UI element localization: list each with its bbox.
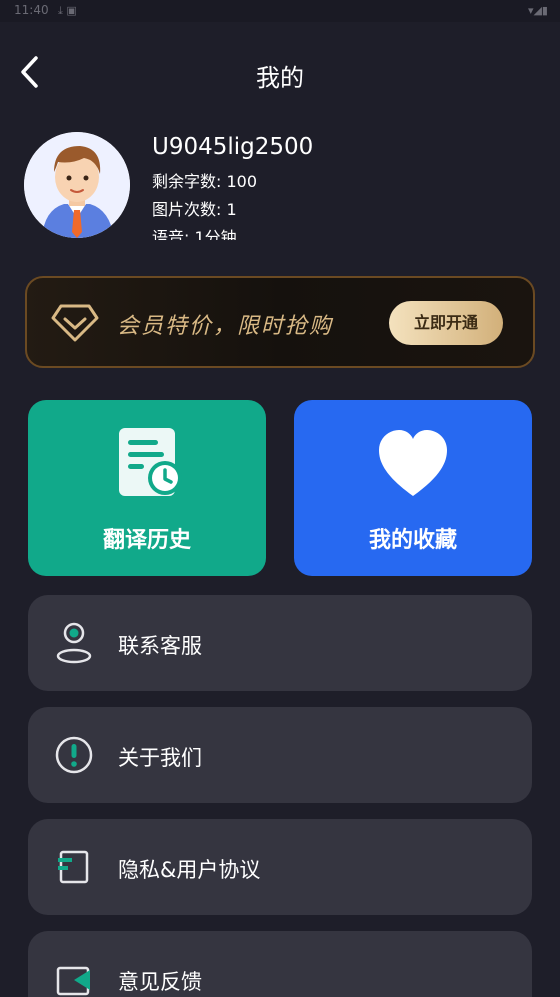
feedback-icon <box>56 966 90 996</box>
voice-quota: 语音: 1分钟 <box>152 228 237 240</box>
page-title: 我的 <box>256 64 304 92</box>
menu-privacy-agreement[interactable]: 隐私&用户协议 <box>28 819 532 915</box>
vip-banner[interactable]: 会员特价，限时抢购 立即开通 <box>25 276 535 368</box>
status-notification-icons: ⤓ ▣ <box>58 4 77 17</box>
profile-section: U9045lig2500 剩余字数: 100 图片次数: 1 语音: 1分钟 <box>24 132 544 242</box>
username: U9045lig2500 <box>152 134 314 160</box>
header: 我的 <box>0 42 560 102</box>
status-time: 11:40 <box>14 3 49 17</box>
diamond-icon <box>51 304 99 342</box>
menu-label: 联系客服 <box>118 634 202 658</box>
customer-service-icon <box>56 622 92 664</box>
open-vip-button[interactable]: 立即开通 <box>389 301 503 345</box>
status-bar: 11:40 ⤓ ▣ ▾◢▮ <box>0 0 560 22</box>
translation-history-tile[interactable]: 翻译历史 <box>28 400 266 576</box>
translation-history-label: 翻译历史 <box>102 528 191 553</box>
my-favorites-tile[interactable]: 我的收藏 <box>294 400 532 576</box>
menu-label: 隐私&用户协议 <box>118 858 261 882</box>
menu-about-us[interactable]: 关于我们 <box>28 707 532 803</box>
avatar[interactable] <box>24 132 130 238</box>
my-favorites-label: 我的收藏 <box>368 528 457 553</box>
menu-feedback[interactable]: 意见反馈 <box>28 931 532 997</box>
vip-promo-text: 会员特价，限时抢购 <box>117 314 334 339</box>
menu-contact-support[interactable]: 联系客服 <box>28 595 532 691</box>
history-document-icon <box>119 428 182 496</box>
image-count: 图片次数: 1 <box>152 200 237 219</box>
heart-icon <box>379 430 447 496</box>
info-exclamation-icon <box>55 736 93 774</box>
remaining-chars: 剩余字数: 100 <box>152 172 258 191</box>
status-signal-icons: ▾◢▮ <box>527 4 548 17</box>
menu-label: 关于我们 <box>118 746 202 770</box>
avatar-illustration <box>24 132 130 238</box>
agreement-icon <box>58 850 89 884</box>
menu-label: 意见反馈 <box>118 970 202 994</box>
